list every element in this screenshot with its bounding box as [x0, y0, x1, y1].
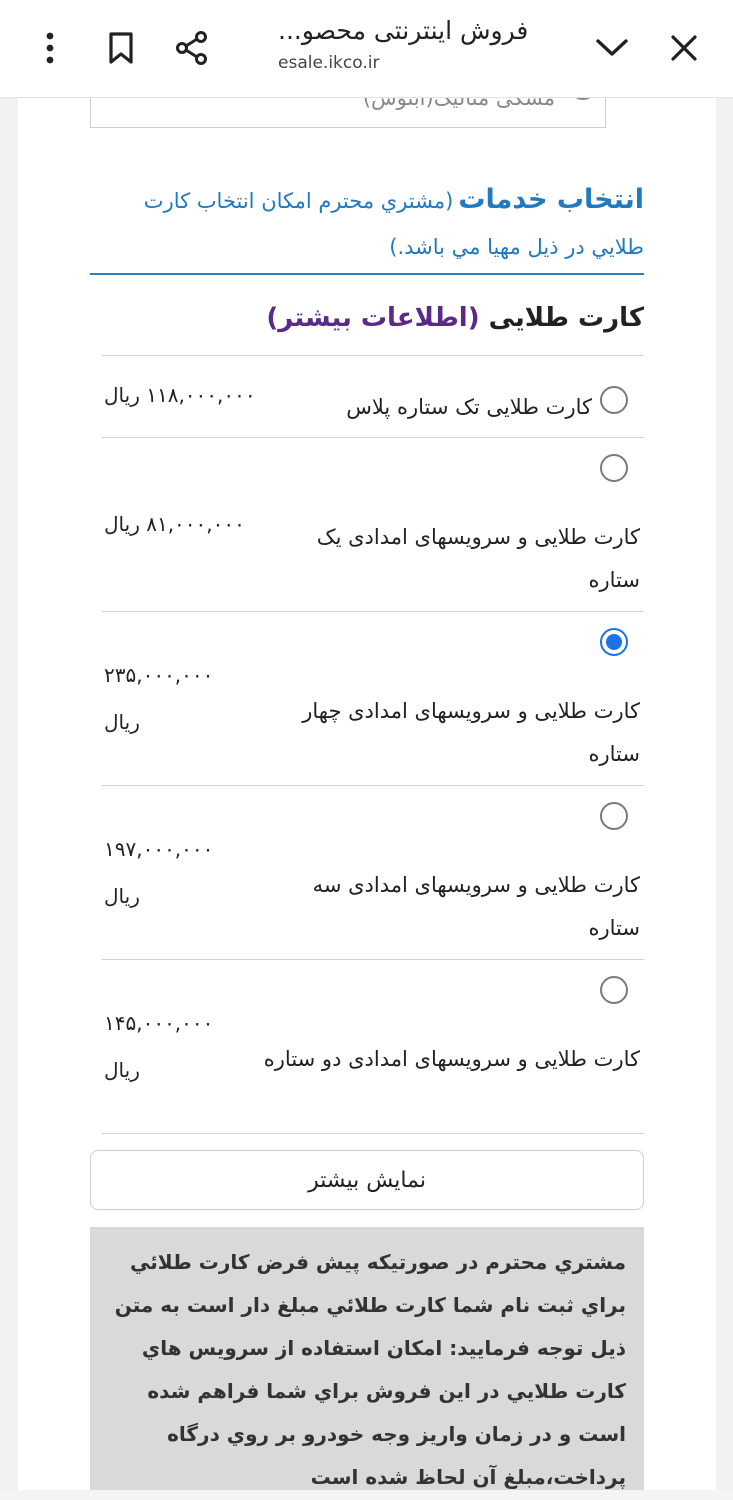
gold-card-options: کارت طلایی تک ستاره پلاس ۱۱۸,۰۰۰,۰۰۰ ریا…: [102, 355, 644, 1134]
close-icon[interactable]: [662, 26, 706, 70]
option-name: کارت طلایی تک ستاره پلاس: [346, 395, 592, 419]
option-name: کارت طلایی و سرویسهای امدادی یک ستاره: [316, 525, 640, 592]
color-option-radio[interactable]: [569, 98, 597, 100]
more-info-link[interactable]: (اطلاعات بیشتر): [266, 303, 479, 333]
option-radio[interactable]: [600, 386, 628, 414]
option-radio-selected[interactable]: [600, 628, 628, 656]
page-title-block: فروش اینترنتی محصو... esale.ikco.ir: [278, 16, 568, 73]
option-price: ۱۱۸,۰۰۰,۰۰۰ ریال: [104, 383, 256, 407]
gold-card-title-row: کارت طلایی (اطلاعات بیشتر): [102, 303, 644, 333]
option-price: ۱۴۵,۰۰۰,۰۰۰ ریال: [104, 1011, 214, 1082]
page-title: فروش اینترنتی محصو...: [278, 16, 529, 45]
option-row[interactable]: کارت طلایی تک ستاره پلاس ۱۱۸,۰۰۰,۰۰۰ ریا…: [102, 356, 644, 438]
option-row[interactable]: کارت طلایی و سرویسهای امدادی یک ستاره ۸۱…: [102, 438, 644, 612]
bookmark-icon[interactable]: [99, 26, 143, 70]
option-radio[interactable]: [600, 976, 628, 1004]
option-row[interactable]: کارت طلایی و سرویسهای امدادی سه ستاره ۱۹…: [102, 786, 644, 960]
share-icon[interactable]: [170, 26, 214, 70]
option-row[interactable]: کارت طلایی و سرویسهای امدادی دو ستاره ۱۴…: [102, 960, 644, 1134]
browser-toolbar: فروش اینترنتی محصو... esale.ikco.ir: [0, 0, 733, 98]
services-heading: انتخاب خدمات: [458, 184, 644, 215]
option-radio[interactable]: [600, 454, 628, 482]
services-section-header: انتخاب خدمات (مشتري محترم امكان انتخاب ك…: [90, 178, 644, 275]
option-row[interactable]: کارت طلایی و سرویسهای امدادی چهار ستاره …: [102, 612, 644, 786]
notice-box: مشتري محترم در صورتيكه پيش فرض كارت طلائ…: [90, 1227, 644, 1490]
chevron-down-icon[interactable]: [590, 26, 634, 70]
option-price: ۱۹۷,۰۰۰,۰۰۰ ریال: [104, 837, 214, 908]
gold-card-title: کارت طلایی: [488, 303, 644, 333]
more-vert-icon[interactable]: [28, 26, 72, 70]
option-name: کارت طلایی و سرویسهای امدادی چهار ستاره: [302, 699, 640, 766]
color-option[interactable]: مشکی متالیک(ابنوس): [90, 98, 606, 128]
show-more-button[interactable]: نمایش بیشتر: [90, 1150, 644, 1210]
option-name: کارت طلایی و سرویسهای امدادی سه ستاره: [312, 873, 640, 940]
option-radio[interactable]: [600, 802, 628, 830]
color-option-label: مشکی متالیک(ابنوس): [362, 98, 555, 110]
page-content: مشکی متالیک(ابنوس) انتخاب خدمات (مشتري م…: [18, 98, 716, 1490]
bottom-edge: [0, 1490, 733, 1500]
option-name: کارت طلایی و سرویسهای امدادی دو ستاره: [263, 1047, 640, 1071]
option-price: ۸۱,۰۰۰,۰۰۰ ریال: [104, 512, 245, 536]
option-price: ۲۳۵,۰۰۰,۰۰۰ ریال: [104, 663, 214, 734]
page-url: esale.ikco.ir: [278, 53, 380, 73]
